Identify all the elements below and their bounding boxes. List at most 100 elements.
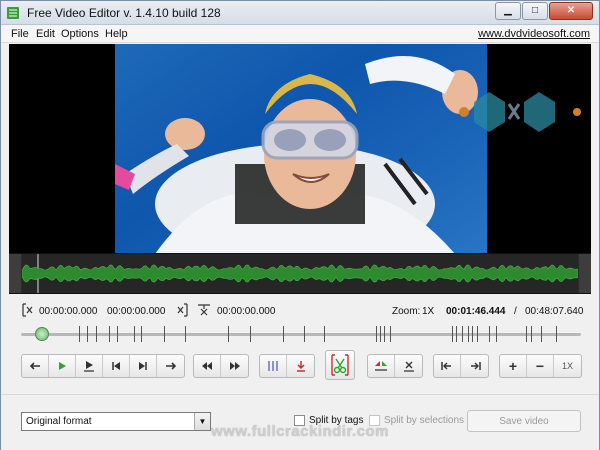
jump-group <box>433 354 489 378</box>
tag-marker[interactable] <box>304 326 305 342</box>
zoom-label: Zoom: <box>392 306 421 317</box>
selection-start-bracket-icon[interactable] <box>21 303 35 317</box>
cut-time: 00:00:00.000 <box>217 306 276 317</box>
tag-marker[interactable] <box>462 326 463 342</box>
app-logo-icon <box>7 7 19 19</box>
tag-marker[interactable] <box>456 326 457 342</box>
delete-selection-button[interactable] <box>395 355 422 377</box>
navigation-group <box>193 354 249 378</box>
slider-thumb[interactable] <box>34 327 49 341</box>
video-preview[interactable] <box>9 44 591 253</box>
step-back-button[interactable] <box>22 355 49 377</box>
tag-marker[interactable] <box>96 326 97 342</box>
tag-marker[interactable] <box>390 326 391 342</box>
audio-waveform[interactable] <box>9 253 591 294</box>
arrow-left-icon <box>29 362 40 370</box>
site-watermark: www.fullcrackindir.com <box>211 423 389 440</box>
tag-marker[interactable] <box>134 326 135 342</box>
tag-marker[interactable] <box>468 326 469 342</box>
play-icon <box>59 362 66 370</box>
go-to-start-button[interactable] <box>194 355 221 377</box>
flip-group <box>367 354 423 378</box>
minimize-button[interactable]: ▁ <box>495 2 521 20</box>
cut-button[interactable] <box>325 350 355 380</box>
app-window: Free Video Editor v. 1.4.10 build 128 ▁ … <box>0 0 600 450</box>
jump-start-icon <box>441 362 451 370</box>
minimize-icon: ▁ <box>504 5 512 16</box>
waveform-graph <box>22 254 578 293</box>
chevron-down-icon[interactable]: ▼ <box>194 413 210 430</box>
tag-marker[interactable] <box>283 326 284 342</box>
tag-marker[interactable] <box>141 326 142 342</box>
tag-marker[interactable] <box>87 326 88 342</box>
close-button[interactable]: ✕ <box>549 2 593 20</box>
remove-marker-button[interactable] <box>287 355 314 377</box>
menu-help[interactable]: Help <box>105 28 128 40</box>
tag-marker[interactable] <box>541 326 542 342</box>
save-video-button[interactable]: Save video <box>467 410 581 432</box>
tag-marker[interactable] <box>556 326 557 342</box>
jump-to-selection-start-button[interactable] <box>434 355 461 377</box>
tag-marker[interactable] <box>384 326 385 342</box>
delete-x-icon <box>403 361 414 372</box>
zoom-reset-button[interactable]: 1X <box>554 355 581 377</box>
go-to-end-button[interactable] <box>221 355 248 377</box>
tag-marker[interactable] <box>380 326 381 342</box>
window-controls: ▁ □ ✕ <box>494 2 593 20</box>
previous-frame-button[interactable] <box>103 355 130 377</box>
split-by-selections-label[interactable]: Split by selections <box>384 415 464 426</box>
tag-marker[interactable] <box>228 326 229 342</box>
menu-bar: File Edit Options Help www.dvdvideosoft.… <box>1 25 599 43</box>
maximize-icon: □ <box>531 5 539 16</box>
selection-end-bracket-icon[interactable] <box>175 303 189 317</box>
title-bar[interactable]: Free Video Editor v. 1.4.10 build 128 ▁ … <box>1 1 599 25</box>
tag-marker[interactable] <box>477 326 478 342</box>
selection-start-time: 00:00:00.000 <box>39 306 98 317</box>
tag-marker[interactable] <box>164 326 165 342</box>
website-link[interactable]: www.dvdvideosoft.com <box>478 28 590 40</box>
skip-back-icon <box>112 362 120 370</box>
zoom-group: + − 1X <box>499 354 582 378</box>
menu-edit[interactable]: Edit <box>36 28 55 40</box>
format-dropdown[interactable]: Original format ▼ <box>21 412 211 431</box>
menu-file[interactable]: File <box>11 28 29 40</box>
zoom-in-button[interactable]: + <box>500 355 527 377</box>
zoom-out-button[interactable]: − <box>527 355 554 377</box>
tag-marker[interactable] <box>250 326 251 342</box>
tag-marker[interactable] <box>324 326 325 342</box>
waveform-left-grip[interactable] <box>9 254 21 293</box>
tag-marker[interactable] <box>117 326 118 342</box>
position-slider[interactable] <box>21 325 581 345</box>
waveform-right-grip[interactable] <box>579 254 591 293</box>
tag-marker[interactable] <box>496 326 497 342</box>
download-marker-icon <box>296 361 305 372</box>
flip-button[interactable] <box>368 355 395 377</box>
close-icon: ✕ <box>566 5 576 16</box>
tag-marker[interactable] <box>452 326 453 342</box>
tag-marker[interactable] <box>472 326 473 342</box>
rewind-icon <box>202 362 212 370</box>
tag-marker[interactable] <box>79 326 80 342</box>
add-marker-button[interactable] <box>260 355 287 377</box>
zoom-out-label: − <box>535 358 545 374</box>
maximize-button[interactable]: □ <box>522 2 548 20</box>
tag-marker[interactable] <box>489 326 490 342</box>
tag-marker[interactable] <box>531 326 532 342</box>
step-forward-button[interactable] <box>157 355 184 377</box>
tag-marker[interactable] <box>185 326 186 342</box>
tag-marker[interactable] <box>376 326 377 342</box>
slider-track[interactable] <box>21 333 581 336</box>
jump-to-selection-end-button[interactable] <box>461 355 488 377</box>
total-duration: 00:48:07.640 <box>525 306 584 317</box>
play-selection-button[interactable] <box>76 355 103 377</box>
next-frame-button[interactable] <box>130 355 157 377</box>
play-button[interactable] <box>49 355 76 377</box>
cut-marker-icon[interactable] <box>197 303 211 317</box>
menu-options[interactable]: Options <box>61 28 99 40</box>
tag-marker[interactable] <box>109 326 110 342</box>
skydiver-illustration <box>115 56 478 253</box>
tag-marker[interactable] <box>526 326 527 342</box>
output-bar: Original format ▼ Split by tags Split by… <box>1 394 599 450</box>
marker-group <box>259 354 315 378</box>
jump-end-icon <box>470 362 481 370</box>
